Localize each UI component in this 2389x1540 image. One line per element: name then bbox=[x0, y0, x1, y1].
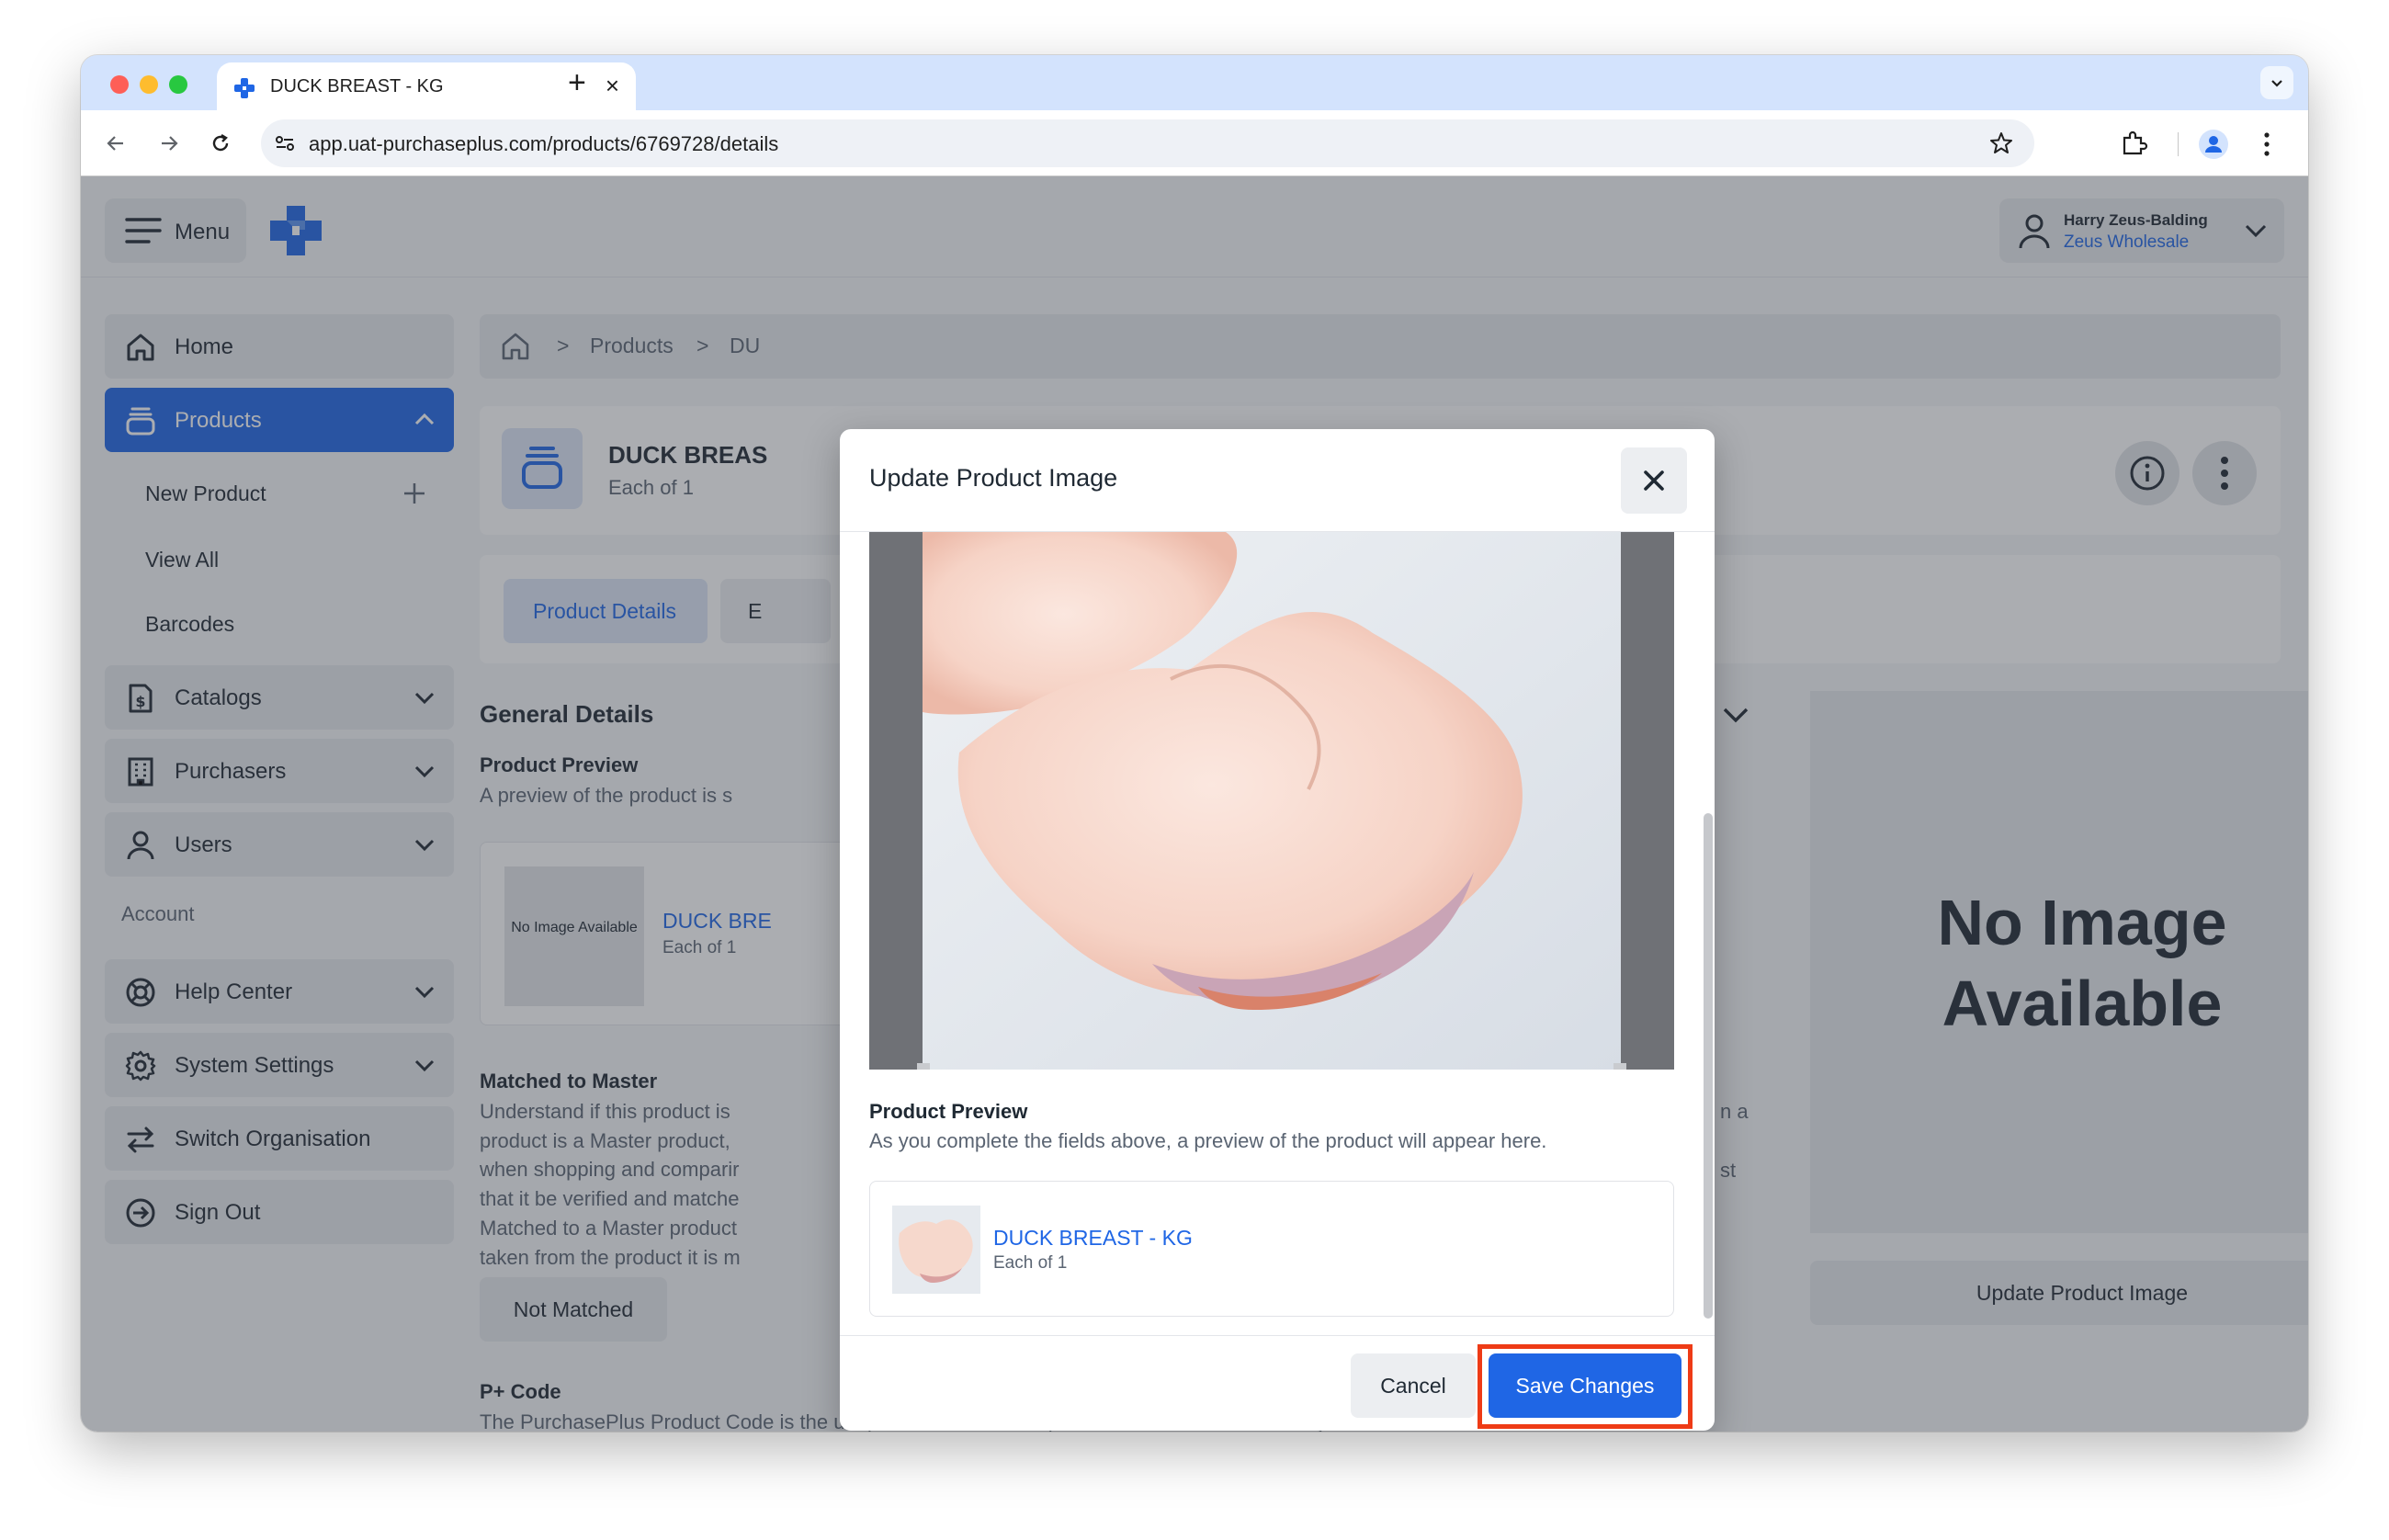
tab-close-icon[interactable]: × bbox=[606, 73, 619, 98]
scrollbar-thumb[interactable] bbox=[1704, 813, 1713, 1319]
duck-breast-image bbox=[923, 532, 1621, 1070]
modal-title: Update Product Image bbox=[869, 464, 1118, 492]
modal-preview-card-name[interactable]: DUCK BREAST - KG bbox=[993, 1226, 1193, 1251]
modal-preview-desc: As you complete the fields above, a prev… bbox=[869, 1129, 1547, 1152]
maximize-window-button[interactable] bbox=[169, 75, 187, 94]
purchaseplus-favicon-icon bbox=[234, 78, 255, 98]
kebab-menu-icon[interactable] bbox=[2260, 129, 2273, 160]
close-window-button[interactable] bbox=[110, 75, 129, 94]
cancel-label: Cancel bbox=[1380, 1374, 1446, 1398]
minimize-window-button[interactable] bbox=[140, 75, 158, 94]
tab-title: DUCK BREAST - KG bbox=[270, 76, 444, 96]
browser-window: DUCK BREAST - KG × + app.uat-purchaseplu… bbox=[81, 55, 2308, 1432]
browser-toolbar: app.uat-purchaseplus.com/products/676972… bbox=[81, 110, 2308, 176]
crop-handle[interactable] bbox=[1613, 1063, 1626, 1070]
save-changes-label: Save Changes bbox=[1515, 1374, 1655, 1398]
duck-breast-thumbnail bbox=[892, 1206, 980, 1294]
modal-close-button[interactable] bbox=[1621, 447, 1687, 514]
toolbar-divider bbox=[2178, 132, 2179, 156]
modal-scrollbar[interactable] bbox=[1702, 813, 1715, 1319]
modal-preview-card: DUCK BREAST - KG Each of 1 bbox=[869, 1181, 1674, 1317]
crop-handle[interactable] bbox=[917, 1063, 930, 1070]
cancel-button[interactable]: Cancel bbox=[1351, 1353, 1476, 1418]
back-button[interactable] bbox=[101, 129, 130, 158]
reload-button[interactable] bbox=[206, 129, 235, 158]
close-icon bbox=[1644, 470, 1664, 491]
site-settings-icon[interactable] bbox=[274, 132, 296, 154]
new-tab-icon[interactable]: + bbox=[568, 66, 586, 99]
save-changes-button[interactable]: Save Changes bbox=[1489, 1353, 1681, 1418]
duck-breast-photo bbox=[923, 532, 1621, 1070]
update-product-image-modal: Update Product Image Product Preview As … bbox=[840, 429, 1715, 1431]
arrow-right-icon bbox=[162, 136, 178, 151]
tab-search-button[interactable] bbox=[2260, 66, 2293, 99]
image-cropper[interactable] bbox=[869, 532, 1674, 1070]
extensions-puzzle-icon[interactable] bbox=[2119, 129, 2148, 158]
address-bar[interactable]: app.uat-purchaseplus.com/products/676972… bbox=[261, 119, 2034, 167]
bookmark-star-icon[interactable] bbox=[1988, 130, 2014, 156]
forward-button[interactable] bbox=[154, 129, 184, 158]
url-text: app.uat-purchaseplus.com/products/676972… bbox=[309, 132, 779, 155]
browser-tab-bar: DUCK BREAST - KG × + bbox=[81, 55, 2308, 110]
modal-preview-title: Product Preview bbox=[869, 1100, 1028, 1123]
app-page: Menu Harry Zeus-Balding Zeus Wholesale H… bbox=[81, 176, 2308, 1432]
profile-avatar-icon[interactable] bbox=[2198, 129, 2229, 160]
reload-icon bbox=[212, 133, 229, 152]
chevron-down-icon bbox=[2271, 80, 2282, 87]
modal-preview-card-sub: Each of 1 bbox=[993, 1253, 1068, 1273]
arrow-left-icon bbox=[107, 136, 123, 151]
modal-footer-divider bbox=[840, 1335, 1715, 1336]
preview-thumbnail bbox=[892, 1206, 980, 1294]
